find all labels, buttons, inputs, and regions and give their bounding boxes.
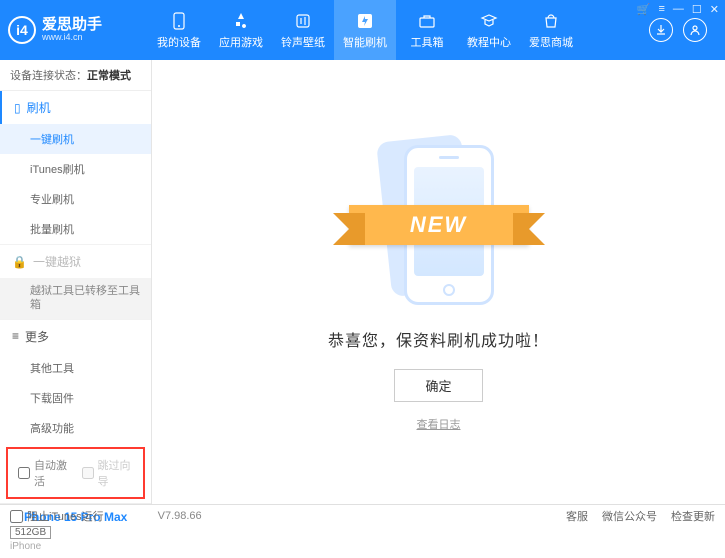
checkbox-highlight-box: 自动激活 跳过向导 — [6, 447, 145, 499]
nav-store[interactable]: 爱思商城 — [520, 0, 582, 60]
window-controls: 🛒 ≡ — ☐ ✕ — [637, 3, 719, 16]
connection-status: 设备连接状态：正常模式 — [0, 60, 151, 91]
success-illustration: NEW — [329, 133, 549, 313]
block-itunes-checkbox[interactable]: 阻止iTunes运行 — [10, 508, 104, 524]
device-storage: 512GB — [10, 526, 51, 539]
checkbox-skip-wizard[interactable]: 跳过向导 — [82, 457, 134, 489]
success-message: 恭喜您，保资料刷机成功啦！ — [328, 327, 549, 351]
flash-icon — [355, 11, 375, 31]
logo-icon: i4 — [8, 16, 36, 44]
device-type: iPhone — [10, 541, 141, 552]
sidebar-item-oneclick-flash[interactable]: 一键刷机 — [0, 124, 151, 154]
apps-icon — [231, 11, 251, 31]
sidebar-head-jailbreak: 🔒 一键越狱 — [0, 244, 151, 278]
footer-wechat[interactable]: 微信公众号 — [602, 508, 657, 524]
device-icon — [169, 11, 189, 31]
toolbox-icon — [417, 11, 437, 31]
sidebar-item-download-firmware[interactable]: 下载固件 — [0, 383, 151, 413]
sidebar-item-pro-flash[interactable]: 专业刷机 — [0, 184, 151, 214]
confirm-button[interactable]: 确定 — [394, 369, 482, 402]
top-nav: 我的设备 应用游戏 铃声壁纸 智能刷机 工具箱 教程中心 爱思商城 — [148, 0, 582, 60]
logo-area: i4 爱思助手 www.i4.cn — [8, 16, 148, 44]
nav-ringtones[interactable]: 铃声壁纸 — [272, 0, 334, 60]
sidebar-item-batch-flash[interactable]: 批量刷机 — [0, 214, 151, 244]
sidebar-item-advanced[interactable]: 高级功能 — [0, 413, 151, 443]
view-log-link[interactable]: 查看日志 — [417, 416, 461, 432]
tutorial-icon — [479, 11, 499, 31]
sidebar: 设备连接状态：正常模式 ▯ 刷机 一键刷机 iTunes刷机 专业刷机 批量刷机… — [0, 60, 152, 504]
phone-icon: ▯ — [14, 101, 21, 115]
shopping-cart-icon[interactable]: 🛒 — [637, 3, 651, 16]
main-content: NEW 恭喜您，保资料刷机成功啦！ 确定 查看日志 — [152, 60, 725, 504]
footer-check-update[interactable]: 检查更新 — [671, 508, 715, 524]
maximize-icon[interactable]: ☐ — [692, 3, 702, 16]
download-icon[interactable] — [649, 18, 673, 42]
store-icon — [541, 11, 561, 31]
nav-smart-flash[interactable]: 智能刷机 — [334, 0, 396, 60]
nav-tutorials[interactable]: 教程中心 — [458, 0, 520, 60]
app-header: 🛒 ≡ — ☐ ✕ i4 爱思助手 www.i4.cn 我的设备 应用游戏 铃声… — [0, 0, 725, 60]
nav-apps-games[interactable]: 应用游戏 — [210, 0, 272, 60]
menu-icon[interactable]: ≡ — [658, 3, 664, 16]
sidebar-head-flash[interactable]: ▯ 刷机 — [0, 91, 151, 124]
nav-my-device[interactable]: 我的设备 — [148, 0, 210, 60]
nav-toolbox[interactable]: 工具箱 — [396, 0, 458, 60]
app-url: www.i4.cn — [42, 33, 102, 43]
ringtones-icon — [293, 11, 313, 31]
header-right — [649, 18, 717, 42]
sidebar-head-more[interactable]: ≡ 更多 — [0, 319, 151, 353]
new-ribbon: NEW — [349, 205, 529, 245]
footer-support[interactable]: 客服 — [566, 508, 588, 524]
menu-icon: ≡ — [12, 329, 19, 343]
minimize-icon[interactable]: — — [673, 3, 684, 16]
close-icon[interactable]: ✕ — [710, 3, 719, 16]
version-label: V7.98.66 — [158, 510, 202, 522]
sidebar-item-itunes-flash[interactable]: iTunes刷机 — [0, 154, 151, 184]
app-title: 爱思助手 — [42, 17, 102, 34]
sidebar-item-other-tools[interactable]: 其他工具 — [0, 353, 151, 383]
checkbox-auto-activate[interactable]: 自动激活 — [18, 457, 70, 489]
user-icon[interactable] — [683, 18, 707, 42]
lock-icon: 🔒 — [12, 255, 27, 269]
sidebar-jailbreak-note: 越狱工具已转移至工具箱 — [0, 278, 151, 319]
